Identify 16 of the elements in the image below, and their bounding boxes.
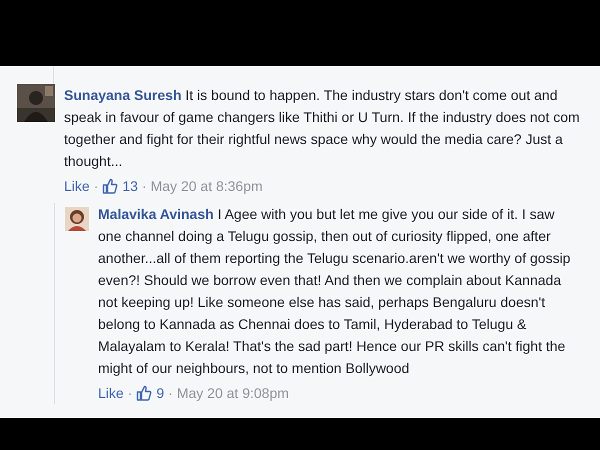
author-link[interactable]: Sunayana Suresh (64, 87, 182, 103)
separator-dot: · (94, 177, 98, 196)
separator-dot: · (168, 384, 173, 403)
separator-dot: · (128, 384, 132, 403)
like-count: 13 (122, 177, 138, 196)
like-link[interactable]: Like (64, 175, 90, 197)
thumbs-up-icon (102, 178, 118, 194)
author-link[interactable]: Malavika Avinash (98, 206, 214, 222)
like-count: 9 (156, 384, 164, 403)
comment-time[interactable]: May 20 at 9:08pm (176, 382, 289, 404)
like-link[interactable]: Like (98, 382, 124, 404)
comment-time[interactable]: May 20 at 8:36pm (150, 175, 263, 197)
separator-dot: · (142, 177, 147, 196)
comment-text: Sunayana Suresh It is bound to happen. The industry stars don't come out and speak in favour of game changers like Thithi or U Turn. If the industry does not com together and fight for their rightful news space why would the media care? Just a thought... (64, 86, 580, 171)
thumbs-up-icon (136, 385, 152, 401)
reply-text: Malavika Avinash I Agee with you but let me give you our side of it. I saw one channel doing a Telugu gossip, then out of curiosity flipped, one after another...all of them reporting the Telugu scenario.aren't we worthy of gossip even?! Should we borrow even that! And then we complain about Kannada not keeping up! Like someone else has said, perhaps Bengaluru doesn't belong to Kannada as Chennai does to Tamil, Hyderabad to Telugu & Malayalam to Kerala! That's the sad part! Hence our PR skills can't fight the might of our neighbours, not to mention Bollywood (98, 205, 572, 378)
